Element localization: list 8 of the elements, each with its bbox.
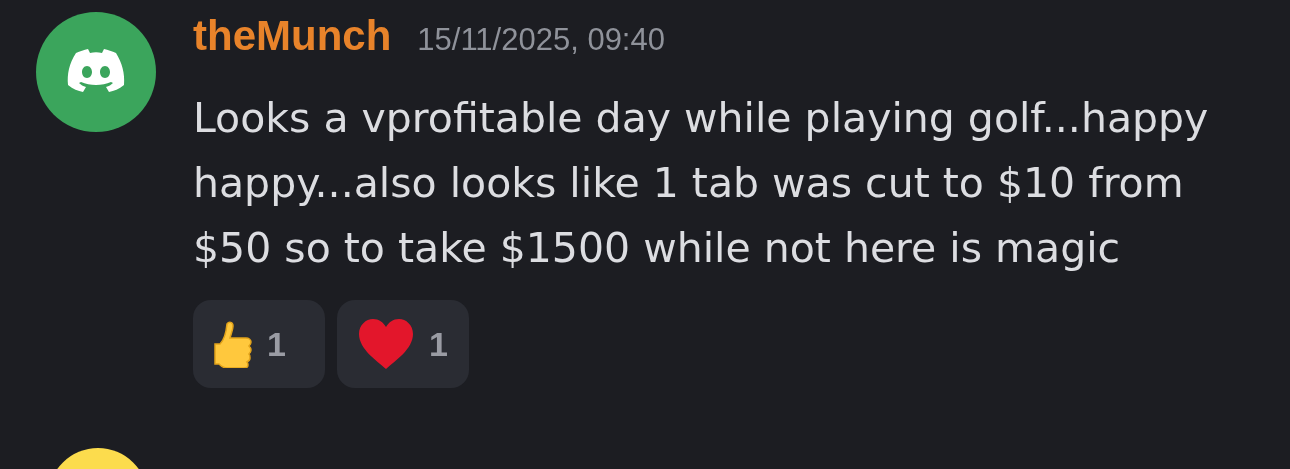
- thumbs-up-icon: [213, 320, 253, 368]
- timestamp: 15/11/2025, 09:40: [417, 22, 665, 58]
- reaction-button[interactable]: 1: [337, 300, 469, 388]
- author-name[interactable]: theMunch: [193, 12, 392, 60]
- game-controller-icon: [66, 49, 126, 95]
- message-text: Looks a vprofitable day while playing golf...happy happy...also looks like 1 tab was cut to $10 from $50 so to take $1500 while not here is magic: [193, 93, 1210, 274]
- reaction-button[interactable]: 1: [193, 300, 325, 388]
- heart-icon: [357, 317, 415, 371]
